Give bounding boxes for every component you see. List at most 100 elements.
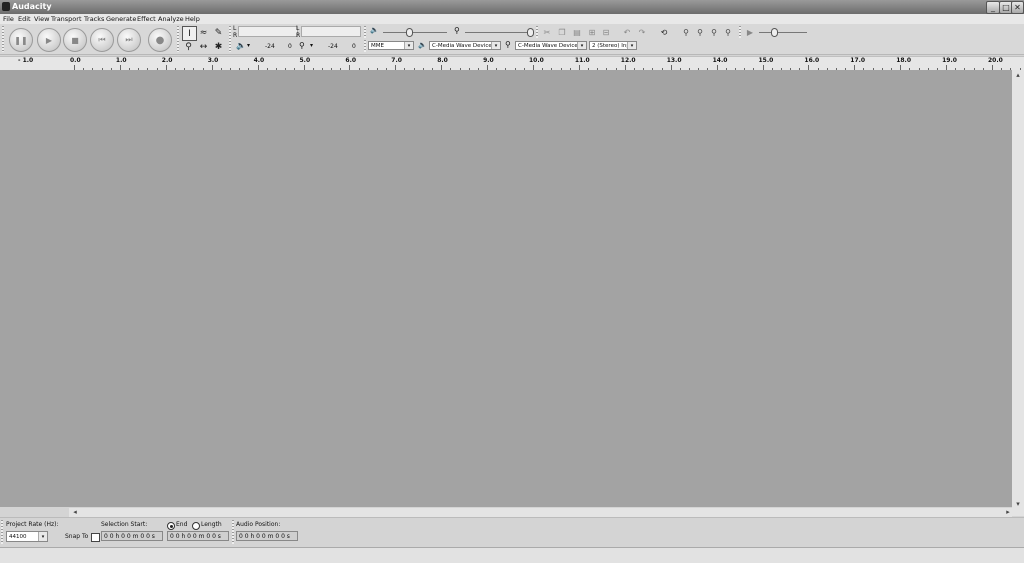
play-at-speed-icon[interactable]: ▶ xyxy=(744,26,756,38)
snap-to-checkbox[interactable] xyxy=(91,533,100,542)
pause-button[interactable]: ❚❚ xyxy=(9,28,33,52)
ruler-label: 9.0 xyxy=(483,57,494,64)
toolbar-grip[interactable] xyxy=(2,26,4,52)
ruler-label: 4.0 xyxy=(253,57,265,64)
time-shift-tool-icon[interactable]: ↔ xyxy=(197,40,210,53)
toolbar-grip[interactable] xyxy=(232,520,234,544)
menu-help[interactable]: Help xyxy=(185,14,200,24)
menu-file[interactable]: File xyxy=(3,14,14,24)
horizontal-scrollbar[interactable]: ◂ ▸ xyxy=(69,508,1012,517)
menu-analyze[interactable]: Analyze xyxy=(158,14,184,24)
zoom-tool-icon[interactable]: ⚲ xyxy=(182,40,195,53)
input-channels-value: 2 (Stereo) Inp xyxy=(592,43,630,49)
input-channels-select[interactable]: 2 (Stereo) Inp ▾ xyxy=(589,41,637,50)
vertical-scrollbar[interactable]: ▴ ▾ xyxy=(1012,70,1024,516)
minimize-button[interactable]: _ xyxy=(986,1,1000,14)
chevron-down-icon[interactable]: ▾ xyxy=(247,42,250,49)
trim-icon[interactable]: ⊞ xyxy=(586,26,598,38)
track-panel[interactable] xyxy=(0,70,1012,507)
close-button[interactable]: ✕ xyxy=(1011,1,1024,14)
selection-start-field[interactable]: 0 0 h 0 0 m 0 0 s xyxy=(101,531,163,541)
toolbar-grip[interactable] xyxy=(177,26,179,52)
multi-tool-icon[interactable]: ✱ xyxy=(212,40,225,53)
menu-tracks[interactable]: Tracks xyxy=(84,14,104,24)
menu-edit[interactable]: Edit xyxy=(18,14,31,24)
playback-meter-l: L xyxy=(233,25,237,32)
selection-end-field[interactable]: 0 0 h 0 0 m 0 0 s xyxy=(167,531,229,541)
play-button[interactable]: ▶ xyxy=(37,28,61,52)
sync-lock-icon[interactable]: ⟲ xyxy=(658,26,670,38)
toolbar-grip[interactable] xyxy=(229,26,231,52)
scroll-up-icon[interactable]: ▴ xyxy=(1013,71,1023,79)
length-radio[interactable] xyxy=(192,522,200,530)
menu-effect[interactable]: Effect xyxy=(137,14,156,24)
toolbar-grip[interactable] xyxy=(364,26,366,38)
ruler-label: 16.0 xyxy=(804,57,820,64)
record-button[interactable]: ● xyxy=(148,28,172,52)
menu-view[interactable]: View xyxy=(34,14,49,24)
record-meter[interactable] xyxy=(301,26,361,37)
pause-icon: ❚❚ xyxy=(14,35,28,45)
playback-meter[interactable] xyxy=(238,26,298,37)
snap-to-label: Snap To xyxy=(65,533,89,540)
audio-position-value: 0 0 h 0 0 m 0 0 s xyxy=(239,533,290,540)
envelope-tool-icon[interactable]: ≈ xyxy=(197,26,210,39)
toolbar-grip[interactable] xyxy=(739,26,741,38)
timeline-ruler[interactable]: - 1.0 0.0 1.0 2.0 3.0 4.0 5.0 6.0 7.0 8.0 9.0 10.0 1… xyxy=(0,56,1024,71)
audio-host-select[interactable]: MME ▾ xyxy=(368,41,414,50)
microphone-icon: ⚲ xyxy=(505,40,511,49)
microphone-icon: ⚲ xyxy=(299,41,305,50)
ruler-label: 3.0 xyxy=(207,57,219,64)
selection-tool-icon[interactable]: I xyxy=(182,26,197,41)
speaker-icon: 🔈 xyxy=(370,26,379,34)
fit-project-icon[interactable]: ⚲ xyxy=(722,26,734,38)
record-volume-slider[interactable] xyxy=(465,32,529,33)
toolbar-grip[interactable] xyxy=(1,520,3,544)
silence-icon[interactable]: ⊟ xyxy=(600,26,612,38)
record-db-right: 0 xyxy=(352,43,356,50)
skip-start-button[interactable]: ⏮ xyxy=(90,28,114,52)
play-icon: ▶ xyxy=(45,35,53,45)
copy-icon[interactable]: ❐ xyxy=(556,26,568,38)
ruler-label: 19.0 xyxy=(942,57,957,64)
ruler-label: 8.0 xyxy=(437,57,448,64)
input-device-select[interactable]: C-Media Wave Device : ▾ xyxy=(515,41,587,50)
record-volume-thumb[interactable] xyxy=(527,28,534,37)
paste-icon[interactable]: ▤ xyxy=(571,26,583,38)
ruler-label: 6.0 xyxy=(345,57,357,64)
chevron-down-icon[interactable]: ▾ xyxy=(310,42,313,49)
scroll-right-icon[interactable]: ▸ xyxy=(1003,508,1013,516)
playback-meter-r: R xyxy=(233,32,238,39)
chevron-down-icon: ▾ xyxy=(404,42,413,49)
play-speed-thumb[interactable] xyxy=(771,28,778,37)
toolbar-grip[interactable] xyxy=(536,26,538,38)
scroll-down-icon[interactable]: ▾ xyxy=(1013,500,1023,508)
undo-icon[interactable]: ↶ xyxy=(621,26,633,38)
end-radio[interactable] xyxy=(167,522,175,530)
project-rate-value: 44100 xyxy=(9,534,27,540)
draw-tool-icon[interactable]: ✎ xyxy=(212,26,225,39)
window-title: Audacity xyxy=(12,2,52,11)
play-speed-slider[interactable] xyxy=(759,32,807,33)
record-icon: ● xyxy=(155,34,165,46)
menu-transport[interactable]: Transport xyxy=(51,14,82,24)
zoom-out-icon[interactable]: ⚲ xyxy=(694,26,706,38)
selection-start-value: 0 0 h 0 0 m 0 0 s xyxy=(104,533,155,540)
skip-end-button[interactable]: ⏭ xyxy=(117,28,141,52)
project-rate-select[interactable]: 44100 ▾ xyxy=(6,531,48,542)
redo-icon[interactable]: ↷ xyxy=(636,26,648,38)
playback-volume-thumb[interactable] xyxy=(406,28,413,37)
output-device-select[interactable]: C-Media Wave Device ▾ xyxy=(429,41,501,50)
chevron-down-icon: ▾ xyxy=(577,42,586,49)
ruler-label: 2.0 xyxy=(161,57,173,64)
menu-generate[interactable]: Generate xyxy=(106,14,136,24)
fit-selection-icon[interactable]: ⚲ xyxy=(708,26,720,38)
cut-icon[interactable]: ✂ xyxy=(541,26,553,38)
toolbar-grip[interactable] xyxy=(364,40,366,52)
scroll-left-icon[interactable]: ◂ xyxy=(70,508,80,516)
ruler-label: 0.0 xyxy=(70,57,81,64)
zoom-in-icon[interactable]: ⚲ xyxy=(680,26,692,38)
playback-volume-slider[interactable] xyxy=(383,32,447,33)
stop-button[interactable]: ■ xyxy=(63,28,87,52)
audio-position-field[interactable]: 0 0 h 0 0 m 0 0 s xyxy=(236,531,298,541)
